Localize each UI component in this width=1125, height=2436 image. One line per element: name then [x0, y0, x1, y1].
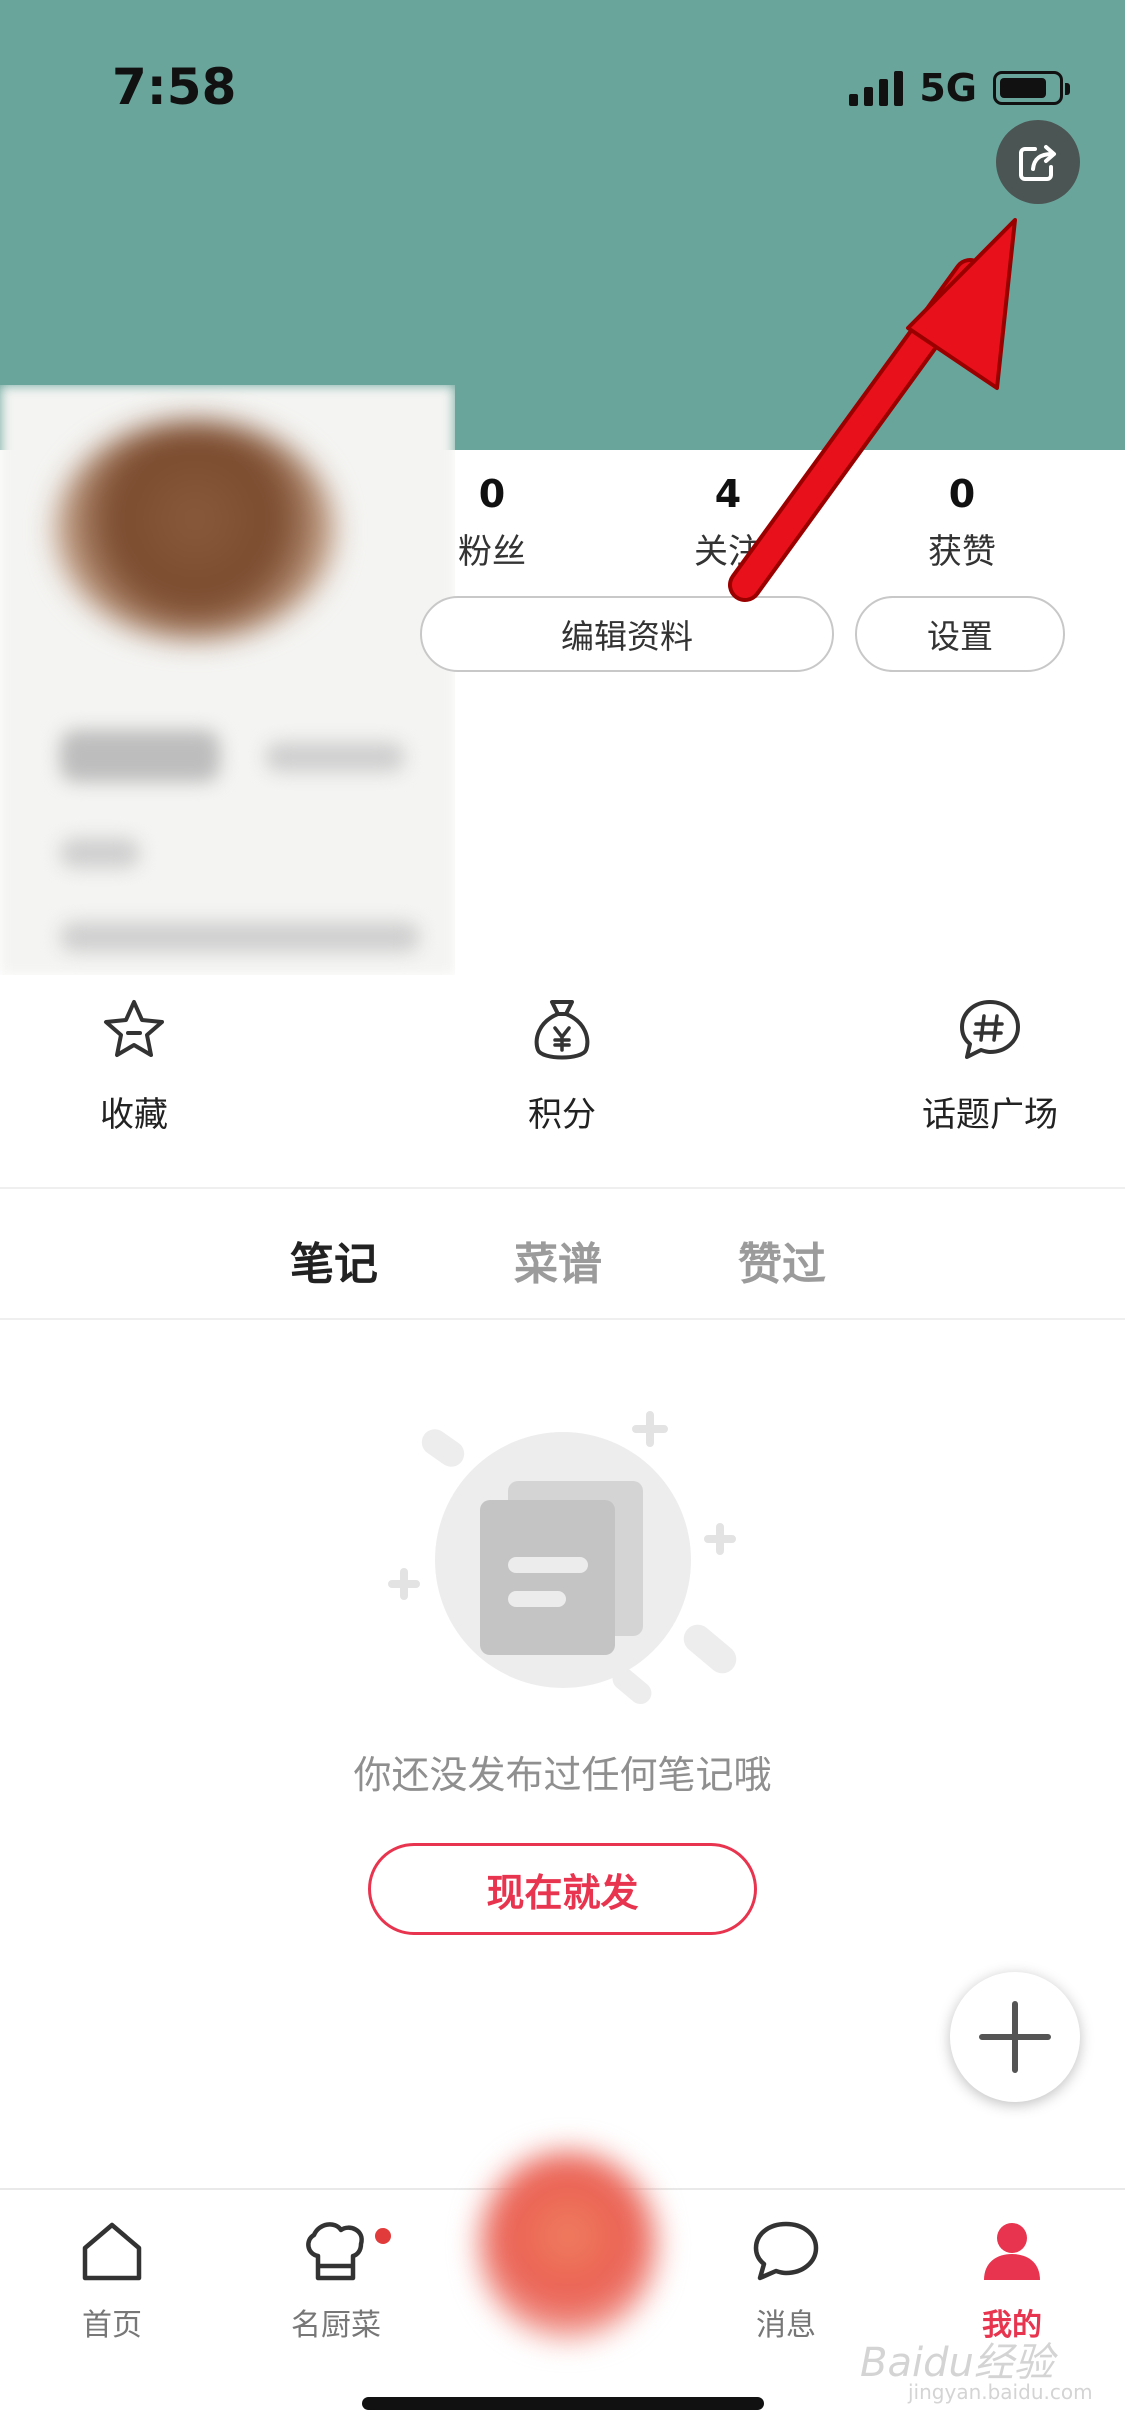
nav-messages[interactable]: 消息 — [706, 2212, 866, 2344]
nav-home[interactable]: 首页 — [32, 2212, 192, 2344]
add-fab-button[interactable] — [950, 1972, 1080, 2102]
status-time: 7:58 — [112, 58, 237, 116]
network-type: 5G — [919, 66, 977, 110]
chef-hat-icon — [306, 2222, 364, 2281]
signal-icon — [849, 70, 904, 106]
watermark-url: jingyan.baidu.com — [908, 2380, 1093, 2404]
profile-screen: 7:58 5G 0 粉丝 4 关注 0 获赞 编辑资料 设置 收藏 积分 话题广… — [0, 0, 1125, 2436]
nav-profile[interactable]: 我的 — [932, 2212, 1092, 2344]
chat-bubble-icon — [753, 2221, 819, 2281]
notification-badge — [375, 2228, 391, 2244]
nav-chef[interactable]: 名厨菜 — [256, 2212, 416, 2344]
annotation-arrow — [728, 218, 1017, 602]
share-button[interactable] — [996, 120, 1080, 204]
quick-link-favorites-label: 收藏 — [100, 1095, 168, 1135]
plus-icon — [979, 2001, 1051, 2073]
stat-fans-value: 0 — [478, 472, 506, 516]
quick-link-topics-label: 话题广场 — [922, 1095, 1058, 1135]
battery-icon — [993, 71, 1070, 105]
nav-chef-label: 名厨菜 — [291, 2308, 381, 2343]
quick-link-points-label: 积分 — [528, 1095, 596, 1135]
avatar[interactable] — [55, 420, 335, 640]
bio-blurred — [60, 838, 140, 868]
tab-recipes[interactable]: 菜谱 — [514, 1228, 602, 1292]
home-indicator — [362, 2397, 764, 2410]
quick-link-points[interactable]: 积分 — [452, 995, 672, 1136]
home-icon — [82, 2222, 142, 2281]
user-icon — [984, 2223, 1040, 2280]
tabs-divider — [0, 1318, 1125, 1320]
stat-fans[interactable]: 0 粉丝 — [407, 472, 577, 573]
star-icon — [104, 1000, 164, 1057]
status-indicators: 5G — [849, 66, 1070, 110]
hashtag-bubble-icon — [960, 1000, 1020, 1059]
quick-link-favorites[interactable]: 收藏 — [24, 995, 244, 1136]
username-blurred — [60, 730, 220, 782]
quick-link-topics[interactable]: 话题广场 — [880, 995, 1100, 1136]
share-icon — [1019, 145, 1056, 181]
center-publish-button-blurred[interactable] — [478, 2150, 658, 2340]
tags-blurred — [60, 922, 420, 952]
empty-notes-illustration — [388, 1411, 737, 1705]
section-divider — [0, 1187, 1125, 1189]
tab-liked[interactable]: 赞过 — [738, 1228, 826, 1292]
nav-home-label: 首页 — [82, 2308, 142, 2343]
nav-messages-label: 消息 — [756, 2308, 816, 2343]
user-id-blurred — [265, 742, 405, 772]
stat-fans-label: 粉丝 — [458, 532, 526, 572]
tab-notes[interactable]: 笔记 — [290, 1228, 378, 1292]
money-bag-icon — [534, 1000, 590, 1060]
post-now-button[interactable]: 现在就发 — [368, 1843, 757, 1935]
empty-state-message: 你还没发布过任何笔记哦 — [353, 1753, 772, 1797]
